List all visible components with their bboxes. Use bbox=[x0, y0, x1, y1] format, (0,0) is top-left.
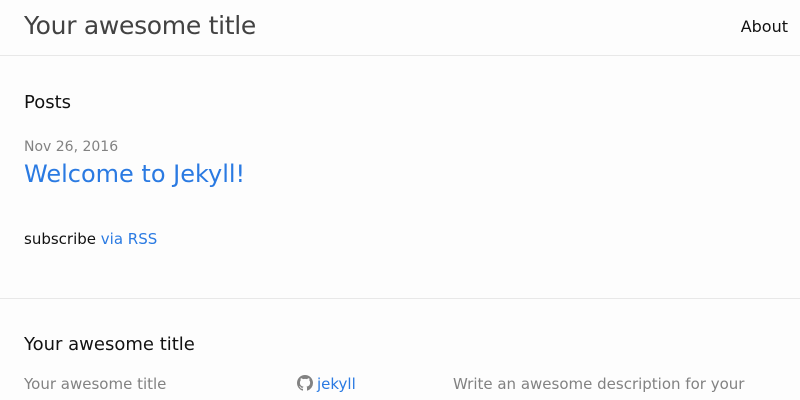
github-username: jekyll bbox=[317, 375, 356, 393]
nav-link-about[interactable]: About bbox=[741, 17, 788, 36]
footer-description: Write an awesome description for your bbox=[453, 375, 745, 393]
site-footer: Your awesome title Your awesome title je… bbox=[0, 298, 800, 400]
github-link[interactable]: jekyll bbox=[297, 375, 356, 393]
posts-heading: Posts bbox=[24, 92, 72, 113]
post-date: Nov 26, 2016 bbox=[24, 139, 119, 155]
site-header: Your awesome title About bbox=[0, 0, 800, 56]
github-icon bbox=[297, 375, 313, 391]
post-title-link[interactable]: Welcome to Jekyll! bbox=[24, 158, 245, 190]
rss-link[interactable]: via RSS bbox=[101, 230, 157, 248]
site-nav: About bbox=[741, 16, 788, 38]
footer-social: jekyll bbox=[297, 374, 356, 394]
page-content: Posts Nov 26, 2016 Welcome to Jekyll! su… bbox=[0, 56, 800, 298]
footer-site-name: Your awesome title bbox=[24, 375, 167, 393]
site-title-link[interactable]: Your awesome title bbox=[24, 9, 256, 43]
footer-heading: Your awesome title bbox=[24, 334, 195, 355]
rss-subscribe-label: subscribe bbox=[24, 230, 96, 248]
rss-subscribe: subscribe via RSS bbox=[24, 229, 157, 249]
